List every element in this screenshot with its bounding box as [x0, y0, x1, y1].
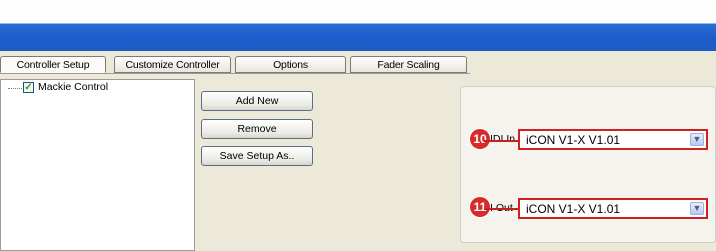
tab-options[interactable]: Options: [235, 56, 346, 73]
tab-controller-setup[interactable]: Controller Setup: [0, 56, 106, 73]
tree-connector: [8, 88, 22, 90]
annotation-arrow-11: [484, 208, 519, 210]
midi-out-select[interactable]: iCON V1-X V1.01 ▼: [518, 198, 708, 219]
chevron-down-icon[interactable]: ▼: [690, 133, 704, 146]
tree-item-mackie-control[interactable]: Mackie Control: [38, 81, 108, 93]
midi-out-value: iCON V1-X V1.01: [526, 202, 621, 216]
mackie-control-checkbox[interactable]: ✓: [23, 82, 34, 93]
annotation-badge-11: 11: [470, 197, 490, 217]
midi-in-select[interactable]: iCON V1-X V1.01 ▼: [518, 129, 708, 150]
midi-in-value: iCON V1-X V1.01: [526, 133, 621, 147]
tab-fader-scaling[interactable]: Fader Scaling: [350, 56, 467, 73]
midi-in-label: IDI In: [490, 133, 516, 145]
window-title-bar: [0, 0, 716, 51]
midi-ports-group: [460, 86, 716, 243]
tab-panel-border: [0, 73, 470, 74]
annotation-badge-10: 10: [470, 129, 490, 149]
save-setup-as-button[interactable]: Save Setup As..: [201, 146, 313, 166]
add-new-button[interactable]: Add New: [201, 91, 313, 111]
tab-customize-controller[interactable]: Customize Controller: [114, 56, 231, 73]
controller-tree[interactable]: ✓ Mackie Control: [0, 79, 195, 251]
remove-button[interactable]: Remove: [201, 119, 313, 139]
annotation-arrow-10: [484, 140, 519, 142]
chevron-down-icon[interactable]: ▼: [690, 202, 704, 215]
check-icon: ✓: [24, 82, 33, 93]
